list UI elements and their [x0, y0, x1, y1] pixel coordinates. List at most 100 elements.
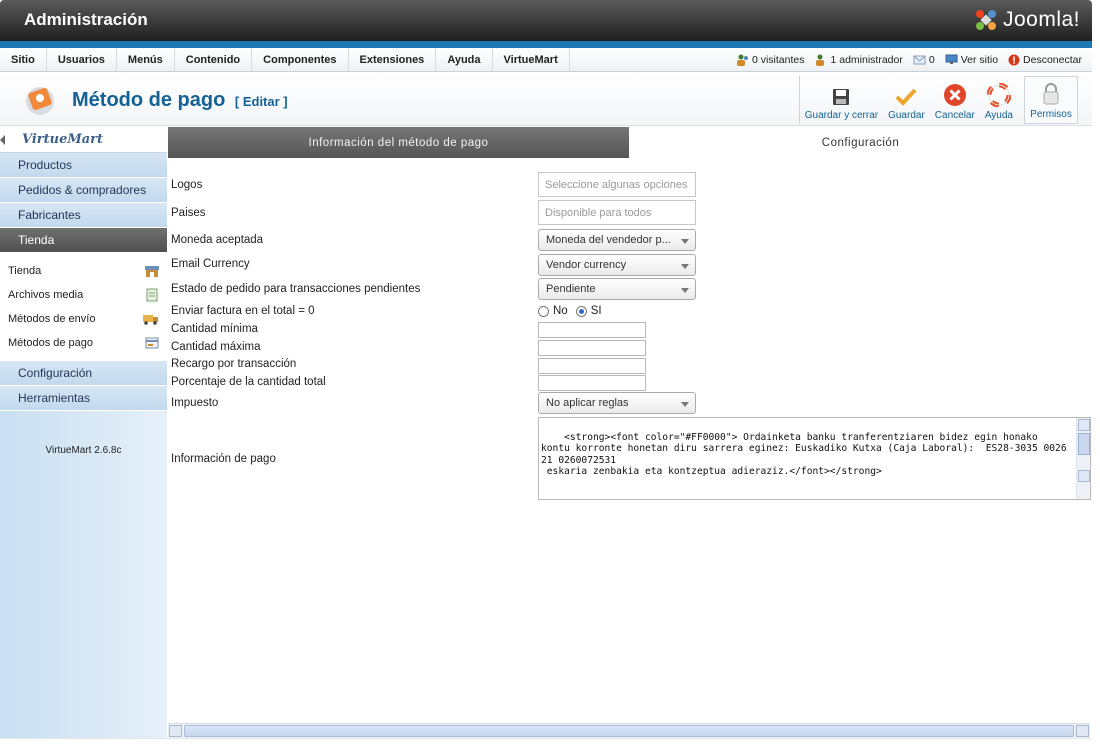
permissions-button[interactable]: Permisos	[1024, 76, 1078, 124]
payment-info-text: <strong><font color="#FF0000"> Ordainket…	[541, 431, 1067, 478]
menu-virtuemart[interactable]: VirtueMart	[493, 48, 570, 71]
percent-input[interactable]	[538, 375, 646, 391]
toolbar: Guardar y cerrar Guardar Cancelar Ayuda …	[798, 76, 1078, 124]
scroll-thumb[interactable]	[1078, 433, 1090, 455]
currency-select-value: Moneda del vendedor p...	[546, 234, 671, 246]
main-menu: Sitio Usuarios Menús Contenido Component…	[0, 48, 570, 71]
horizontal-scroll-thumb[interactable]	[184, 725, 1074, 737]
menu-sitio[interactable]: Sitio	[0, 48, 47, 71]
virtuemart-logo[interactable]: VirtueMart	[0, 127, 167, 153]
messages-count: 0	[928, 53, 935, 66]
sidebar-item-pedidos[interactable]: Pedidos & compradores	[0, 178, 167, 203]
tab-configuration[interactable]: Configuración	[629, 127, 1092, 158]
scroll-up-icon[interactable]	[1078, 419, 1090, 431]
sidebar-item-fabricantes[interactable]: Fabricantes	[0, 203, 167, 228]
help-label: Ayuda	[984, 110, 1013, 121]
scroll-down-icon[interactable]	[1078, 470, 1090, 482]
logout-label: Desconectar	[1023, 53, 1082, 66]
menu-ayuda[interactable]: Ayuda	[436, 48, 493, 71]
countries-input[interactable]: Disponible para todos	[538, 200, 696, 225]
email-currency-select-value: Vendor currency	[546, 259, 627, 271]
max-amount-label: Cantidad máxima	[171, 341, 261, 353]
visitors-icon	[736, 54, 748, 66]
window-bottom-edge	[0, 738, 1092, 747]
page-title: Método de pago [ Editar ]	[72, 89, 288, 112]
textarea-scrollbar[interactable]	[1076, 418, 1090, 499]
permissions-label: Permisos	[1030, 109, 1072, 120]
pending-status-select-value: Pendiente	[546, 283, 596, 295]
tab-payment-info[interactable]: Información del método de pago	[168, 127, 629, 158]
invoice-option-yes: SI	[590, 305, 602, 317]
sidebar-item-configuracion[interactable]: Configuración	[0, 361, 167, 386]
sidebar: VirtueMart Productos Pedidos & comprador…	[0, 127, 167, 739]
fee-input[interactable]	[538, 358, 646, 374]
sidebar-item-productos[interactable]: Productos	[0, 153, 167, 178]
virtuemart-logo-text: VirtueMart	[22, 132, 104, 147]
messages-status[interactable]: 0	[913, 54, 935, 66]
scroll-left-icon[interactable]	[169, 725, 182, 737]
tax-select[interactable]: No aplicar reglas	[538, 392, 696, 414]
joomla-logo[interactable]: Joomla!	[973, 7, 1080, 33]
page-title-text: Método de pago	[72, 89, 226, 111]
cancel-button[interactable]: Cancelar	[930, 76, 980, 124]
sidebar-item-tienda[interactable]: Tienda	[0, 228, 167, 253]
admins-status: 1 administrador	[814, 53, 903, 66]
sidebar-item-herramientas[interactable]: Herramientas	[0, 386, 167, 411]
invoice-radio-group: No SI	[538, 305, 602, 317]
admin-user-icon	[816, 54, 825, 66]
currency-select[interactable]: Moneda del vendedor p...	[538, 229, 696, 251]
sidebar-subitem-envio[interactable]: Métodos de envío	[0, 307, 167, 331]
cancel-icon	[943, 84, 966, 106]
email-currency-select[interactable]: Vendor currency	[538, 254, 696, 276]
menu-contenido[interactable]: Contenido	[175, 48, 253, 71]
collapse-sidebar-icon[interactable]	[0, 135, 5, 145]
header-strip	[0, 41, 1092, 48]
sidebar-subitem-pago[interactable]: Métodos de pago	[0, 331, 167, 355]
invoice-radio-no[interactable]	[538, 305, 549, 317]
joomla-logo-icon	[975, 10, 996, 30]
admins-count: 1 administrador	[830, 53, 903, 66]
payment-info-label: Información de pago	[171, 453, 276, 465]
cancel-label: Cancelar	[934, 110, 975, 121]
page-header: Método de pago [ Editar ] Guardar y cerr…	[0, 73, 1092, 126]
joomla-logo-text: Joomla!	[1002, 8, 1080, 31]
horizontal-scrollbar[interactable]	[168, 723, 1090, 738]
menu-extensiones[interactable]: Extensiones	[349, 48, 437, 71]
save-button[interactable]: Guardar	[883, 76, 930, 124]
menu-usuarios[interactable]: Usuarios	[47, 48, 117, 71]
invoice-radio-yes[interactable]	[575, 305, 587, 317]
sidebar-subitem-tienda[interactable]: Tienda	[0, 259, 167, 283]
floppy-icon	[833, 89, 850, 105]
payment-info-textarea[interactable]: <strong><font color="#FF0000"> Ordainket…	[538, 417, 1091, 500]
tax-label: Impuesto	[171, 397, 219, 409]
help-button[interactable]: Ayuda	[980, 76, 1018, 124]
scroll-right-icon[interactable]	[1076, 725, 1089, 737]
visitors-count: 0 visitantes	[751, 53, 805, 66]
main-menu-bar: Sitio Usuarios Menús Contenido Component…	[0, 48, 1092, 72]
admin-title: Administración	[24, 10, 148, 29]
save-close-button[interactable]: Guardar y cerrar	[800, 76, 883, 124]
sidebar-subitem-pago-label: Métodos de pago	[8, 337, 94, 349]
pending-status-select[interactable]: Pendiente	[538, 278, 696, 300]
max-amount-input[interactable]	[538, 340, 646, 356]
chevron-down-icon	[681, 264, 689, 269]
menu-menus[interactable]: Menús	[117, 48, 175, 71]
window-right-edge	[1092, 0, 1100, 747]
sidebar-subitem-media[interactable]: Archivos media	[0, 283, 167, 307]
truck-icon	[143, 315, 158, 325]
chevron-down-icon	[681, 288, 689, 293]
menu-componentes[interactable]: Componentes	[252, 48, 349, 71]
view-site-label: Ver sitio	[960, 53, 999, 66]
chevron-down-icon	[681, 239, 689, 244]
logout-icon	[1008, 54, 1020, 65]
payment-method-form: Logos Seleccione algunas opciones Paises…	[168, 158, 1092, 724]
checkmark-icon	[896, 88, 917, 106]
sidebar-submenu-tienda: Tienda Archivos media Métodos de envío M…	[0, 253, 167, 361]
save-label: Guardar	[888, 110, 925, 121]
min-amount-input[interactable]	[538, 322, 646, 338]
logos-input[interactable]: Seleccione algunas opciones	[538, 172, 696, 197]
currency-label: Moneda aceptada	[171, 234, 264, 246]
view-site-link[interactable]: Ver sitio	[945, 54, 998, 66]
page-subtitle: [ Editar ]	[234, 94, 288, 109]
logout-link[interactable]: Desconectar	[1008, 54, 1082, 66]
